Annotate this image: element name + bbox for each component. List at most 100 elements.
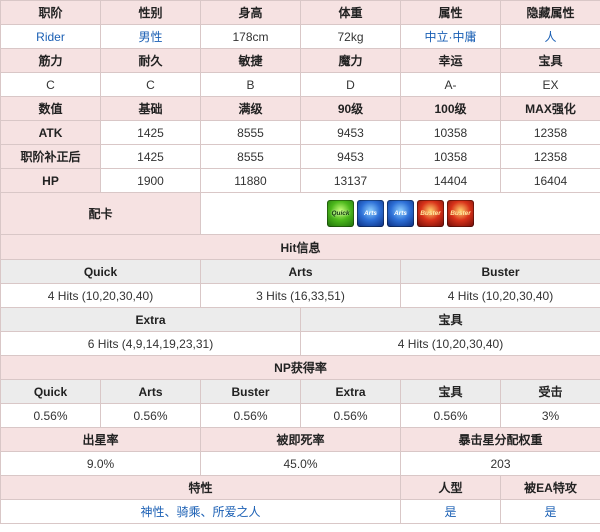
header-endurance: 耐久	[100, 48, 201, 73]
hit-value-row-2: 6 Hits (4,9,14,19,23,31) 4 Hits (10,20,3…	[0, 331, 600, 356]
header-attribute: 属性	[400, 0, 501, 25]
parameter-value-row: C C B D A- EX	[0, 72, 600, 97]
trait-link-riding[interactable]: 骑乘	[176, 505, 200, 519]
class-link[interactable]: Rider	[0, 24, 101, 49]
parameter-header-row: 筋力 耐久 敏捷 魔力 幸运 宝具	[0, 48, 600, 73]
stat-value: 1425	[100, 120, 201, 145]
stat-value: 11880	[200, 168, 301, 193]
header-max-level: 满级	[200, 96, 301, 121]
hidden-attribute-link[interactable]: 人	[500, 24, 600, 49]
arts-card-icon: Arts	[357, 200, 384, 227]
header-agility: 敏捷	[200, 48, 301, 73]
np-header-buster: Buster	[200, 379, 301, 404]
stat-value: 12358	[500, 120, 600, 145]
header-class: 职阶	[0, 0, 101, 25]
stats-header-row: 数值 基础 满级 90级 100级 MAX强化	[0, 96, 600, 121]
hit-header-row-1: Quick Arts Buster	[0, 259, 600, 284]
np-value-buster: 0.56%	[200, 403, 301, 428]
noble-phantasm-value: EX	[500, 72, 600, 97]
stat-value: 8555	[200, 144, 301, 169]
stat-value: 13137	[300, 168, 401, 193]
stat-value: 9453	[300, 144, 401, 169]
np-header-defense: 受击	[500, 379, 600, 404]
buster-card-icon: Buster	[447, 200, 474, 227]
ea-weakness-link[interactable]: 是	[500, 499, 600, 524]
stat-value: 1425	[100, 144, 201, 169]
gender-link[interactable]: 男性	[100, 24, 201, 49]
star-header-row: 出星率 被即死率 暴击星分配权重	[0, 427, 600, 452]
header-base: 基础	[100, 96, 201, 121]
np-header-arts: Arts	[100, 379, 201, 404]
endurance-value: C	[100, 72, 201, 97]
trait-links: 神性、骑乘、所爱之人	[0, 499, 401, 524]
header-height: 身高	[200, 0, 301, 25]
header-traits: 特性	[0, 475, 401, 500]
star-weight-value: 203	[400, 451, 600, 476]
np-title-row: NP获得率	[0, 355, 600, 380]
deck-row: 配卡 Quick Arts Arts Buster Buster	[0, 192, 600, 235]
np-value-row: 0.56% 0.56% 0.56% 0.56% 0.56% 3%	[0, 403, 600, 428]
header-luck: 幸运	[400, 48, 501, 73]
header-humanoid: 人型	[400, 475, 501, 500]
stat-value: 9453	[300, 120, 401, 145]
star-rate-value: 9.0%	[0, 451, 201, 476]
profile-header-row: 职阶 性别 身高 体重 属性 隐藏属性	[0, 0, 600, 25]
deck-label: 配卡	[0, 192, 201, 235]
stats-row-hp: HP 1900 11880 13137 14404 16404	[0, 168, 600, 193]
stat-value: 1900	[100, 168, 201, 193]
arts-card-icon: Arts	[387, 200, 414, 227]
profile-value-row: Rider 男性 178cm 72kg 中立·中庸 人	[0, 24, 600, 49]
humanoid-link[interactable]: 是	[400, 499, 501, 524]
death-rate-value: 45.0%	[200, 451, 401, 476]
trait-separator: 、	[164, 505, 177, 519]
header-strength: 筋力	[0, 48, 101, 73]
stat-label-class-corrected: 职阶补正后	[0, 144, 101, 169]
strength-value: C	[0, 72, 101, 97]
hit-info-title-row: Hit信息	[0, 234, 600, 260]
trait-separator: 、	[200, 505, 213, 519]
trait-link-beloved[interactable]: 所爱之人	[213, 505, 261, 519]
header-weight: 体重	[300, 0, 401, 25]
np-value-arts: 0.56%	[100, 403, 201, 428]
hit-value-extra: 6 Hits (4,9,14,19,23,31)	[0, 331, 301, 356]
header-mana: 魔力	[300, 48, 401, 73]
header-level-90: 90级	[300, 96, 401, 121]
header-max-enhance: MAX强化	[500, 96, 600, 121]
stat-value: 10358	[400, 120, 501, 145]
trait-value-row: 神性、骑乘、所爱之人 是 是	[0, 499, 600, 524]
luck-value: A-	[400, 72, 501, 97]
hit-header-extra: Extra	[0, 307, 301, 332]
header-death-rate: 被即死率	[200, 427, 401, 452]
hit-header-row-2: Extra 宝具	[0, 307, 600, 332]
stats-row-atk: ATK 1425 8555 9453 10358 12358	[0, 120, 600, 145]
header-ea-weakness: 被EA特攻	[500, 475, 600, 500]
np-value-extra: 0.56%	[300, 403, 401, 428]
trait-link-divinity[interactable]: 神性	[140, 505, 164, 519]
buster-card-icon: Buster	[417, 200, 444, 227]
np-title: NP获得率	[0, 355, 600, 380]
deck-cards: Quick Arts Arts Buster Buster	[200, 192, 600, 235]
hit-header-buster: Buster	[400, 259, 600, 284]
header-star-rate: 出星率	[0, 427, 201, 452]
hit-value-row-1: 4 Hits (10,20,30,40) 3 Hits (16,33,51) 4…	[0, 283, 600, 308]
hit-header-noble-phantasm: 宝具	[300, 307, 600, 332]
header-star-weight: 暴击星分配权重	[400, 427, 600, 452]
mana-value: D	[300, 72, 401, 97]
stat-label-atk: ATK	[0, 120, 101, 145]
hit-header-arts: Arts	[200, 259, 401, 284]
stat-value: 14404	[400, 168, 501, 193]
stat-label-hp: HP	[0, 168, 101, 193]
np-value-defense: 3%	[500, 403, 600, 428]
hit-info-title: Hit信息	[0, 234, 600, 260]
card-list: Quick Arts Arts Buster Buster	[203, 200, 598, 227]
hit-value-noble-phantasm: 4 Hits (10,20,30,40)	[300, 331, 600, 356]
header-gender: 性别	[100, 0, 201, 25]
np-header-row: Quick Arts Buster Extra 宝具 受击	[0, 379, 600, 404]
np-value-noble-phantasm: 0.56%	[400, 403, 501, 428]
header-values: 数值	[0, 96, 101, 121]
hit-value-quick: 4 Hits (10,20,30,40)	[0, 283, 201, 308]
hit-value-buster: 4 Hits (10,20,30,40)	[400, 283, 600, 308]
np-header-noble-phantasm: 宝具	[400, 379, 501, 404]
stat-value: 10358	[400, 144, 501, 169]
attribute-link[interactable]: 中立·中庸	[400, 24, 501, 49]
